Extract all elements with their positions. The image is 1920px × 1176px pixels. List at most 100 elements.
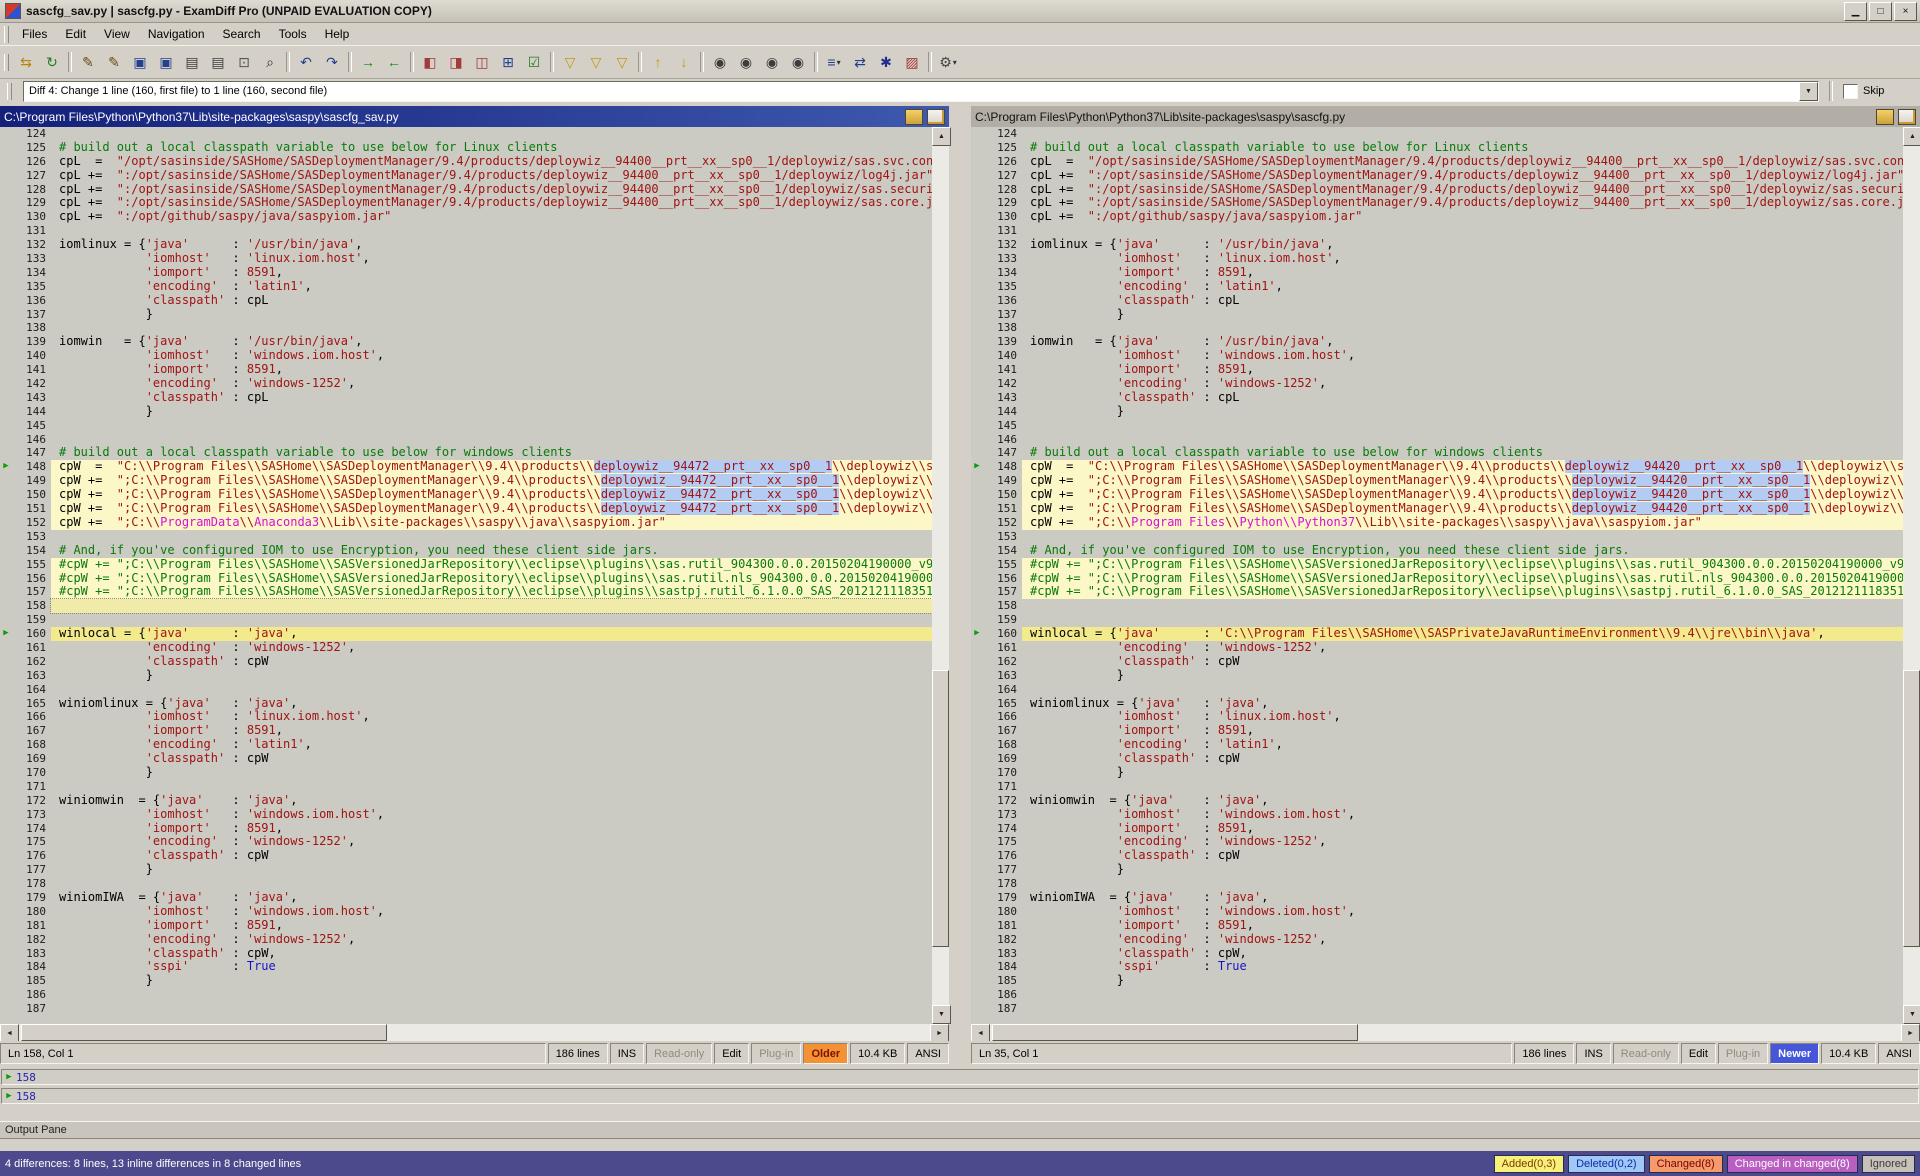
code-line[interactable]: 187 xyxy=(0,1002,932,1016)
code-line[interactable]: 177 } xyxy=(0,863,932,877)
scroll-up-icon[interactable]: ↑ xyxy=(645,51,671,74)
code-line[interactable]: 169 'classpath' : cpW xyxy=(971,752,1903,766)
menu-edit[interactable]: Edit xyxy=(56,24,95,44)
code-line[interactable]: 163 } xyxy=(971,669,1903,683)
close-button[interactable]: × xyxy=(1894,2,1917,21)
code-line[interactable]: 161 'encoding' : 'windows-1252', xyxy=(0,641,932,655)
code-line[interactable]: 173 'iomhost' : 'windows.iom.host', xyxy=(0,808,932,822)
code-line[interactable]: 129cpL += ":/opt/sasinside/SASHome/SASDe… xyxy=(0,196,932,210)
right-hscroll-thumb[interactable] xyxy=(992,1024,1358,1041)
code-line[interactable]: 164 xyxy=(0,683,932,697)
code-line[interactable]: 161 'encoding' : 'windows-1252', xyxy=(971,641,1903,655)
grid-view-icon[interactable]: ⊞ xyxy=(495,51,521,74)
code-line[interactable]: 128cpL += ":/opt/sasinside/SASHome/SASDe… xyxy=(971,183,1903,197)
code-line[interactable]: 186 xyxy=(971,988,1903,1002)
code-line[interactable]: 156#cpW += ";C:\\Program Files\\SASHome\… xyxy=(971,572,1903,586)
code-line[interactable]: 139iomwin = {'java' : '/usr/bin/java', xyxy=(971,335,1903,349)
code-line[interactable]: 159 xyxy=(0,613,932,627)
code-line[interactable]: 171 xyxy=(0,780,932,794)
code-line[interactable]: 147# build out a local classpath variabl… xyxy=(0,446,932,460)
code-line[interactable]: 184 'sspi' : True xyxy=(0,960,932,974)
code-line[interactable]: 126cpL = "/opt/sasinside/SASHome/SASDepl… xyxy=(0,155,932,169)
code-line[interactable]: 168 'encoding' : 'latin1', xyxy=(971,738,1903,752)
left-code-area[interactable]: 124125# build out a local classpath vari… xyxy=(0,127,932,1024)
code-line[interactable]: 131 xyxy=(971,224,1903,238)
code-line[interactable]: 137 } xyxy=(971,308,1903,322)
code-line[interactable]: 167 'iomport' : 8591, xyxy=(971,724,1903,738)
code-line[interactable]: 156#cpW += ";C:\\Program Files\\SASHome\… xyxy=(0,572,932,586)
menu-help[interactable]: Help xyxy=(316,24,359,44)
prev-difference-icon[interactable]: ← xyxy=(381,51,407,74)
code-line[interactable]: 179winiomIWA = {'java' : 'java', xyxy=(971,891,1903,905)
code-line[interactable]: 175 'encoding' : 'windows-1252', xyxy=(0,835,932,849)
code-line[interactable]: ▶148cpW = "C:\\Program Files\\SASHome\\S… xyxy=(0,460,932,474)
edit-second-file-icon[interactable]: ✎ xyxy=(101,51,127,74)
minimize-button[interactable]: ▁ xyxy=(1844,2,1867,21)
code-line[interactable]: 172winiomwin = {'java' : 'java', xyxy=(971,794,1903,808)
code-line[interactable]: 166 'iomhost' : 'linux.iom.host', xyxy=(971,710,1903,724)
right-vertical-scrollbar[interactable]: ▲ ▼ xyxy=(1903,127,1920,1024)
edit-file-icon[interactable] xyxy=(1898,109,1916,125)
scroll-down-icon[interactable]: ↓ xyxy=(671,51,697,74)
right-hscroll-track[interactable] xyxy=(990,1024,1901,1041)
code-line[interactable]: 136 'classpath' : cpL xyxy=(0,294,932,308)
right-pane-header[interactable]: C:\Program Files\Python\Python37\Lib\sit… xyxy=(971,106,1920,127)
code-line[interactable]: 143 'classpath' : cpL xyxy=(971,391,1903,405)
current-diff-combobox[interactable]: Diff 4: Change 1 line (160, first file) … xyxy=(23,81,1819,102)
code-line[interactable]: 151cpW += ";C:\\Program Files\\SASHome\\… xyxy=(971,502,1903,516)
left-vertical-scrollbar[interactable]: ▲ ▼ xyxy=(932,127,949,1024)
code-line[interactable]: 174 'iomport' : 8591, xyxy=(971,822,1903,836)
code-line[interactable]: 139iomwin = {'java' : '/usr/bin/java', xyxy=(0,335,932,349)
code-line[interactable]: 124 xyxy=(971,127,1903,141)
code-line[interactable]: 135 'encoding' : 'latin1', xyxy=(0,280,932,294)
redo-icon[interactable]: ↷ xyxy=(319,51,345,74)
copy-icon[interactable]: ⊡ xyxy=(231,51,257,74)
show-both-panes-icon[interactable]: ◫ xyxy=(469,51,495,74)
save-second-icon[interactable]: ▣ xyxy=(153,51,179,74)
code-line[interactable]: 183 'classpath' : cpW, xyxy=(971,947,1903,961)
find-prev-difference-icon[interactable]: ◉ xyxy=(759,51,785,74)
chevron-down-icon[interactable]: ▼ xyxy=(1799,82,1818,101)
edit-first-file-icon[interactable]: ✎ xyxy=(75,51,101,74)
statistics-icon[interactable]: ≡▾ xyxy=(821,51,847,74)
code-line[interactable]: 181 'iomport' : 8591, xyxy=(0,919,932,933)
find-next-difference-icon[interactable]: ◉ xyxy=(733,51,759,74)
code-line[interactable]: 157#cpW += ";C:\\Program Files\\SASHome\… xyxy=(0,585,932,599)
code-line[interactable]: 134 'iomport' : 8591, xyxy=(971,266,1903,280)
code-line[interactable]: 162 'classpath' : cpW xyxy=(0,655,932,669)
code-line[interactable]: 182 'encoding' : 'windows-1252', xyxy=(0,933,932,947)
code-line[interactable]: 158 xyxy=(971,599,1903,613)
left-vscroll-thumb[interactable] xyxy=(932,670,949,947)
right-code-area[interactable]: 124125# build out a local classpath vari… xyxy=(971,127,1903,1024)
code-line[interactable]: 157#cpW += ";C:\\Program Files\\SASHome\… xyxy=(971,585,1903,599)
code-line[interactable]: 128cpL += ":/opt/sasinside/SASHome/SASDe… xyxy=(0,183,932,197)
code-line[interactable]: 152cpW += ";C:\\Program Files\\Python\\P… xyxy=(971,516,1903,530)
undo-icon[interactable]: ↶ xyxy=(293,51,319,74)
code-line[interactable]: 140 'iomhost' : 'windows.iom.host', xyxy=(0,349,932,363)
print-preview-icon[interactable]: ▤ xyxy=(205,51,231,74)
skip-checkbox-group[interactable]: Skip xyxy=(1843,84,1915,99)
code-line[interactable]: 132iomlinux = {'java' : '/usr/bin/java', xyxy=(971,238,1903,252)
compare-icon[interactable]: ⇆ xyxy=(13,51,39,74)
code-line[interactable]: 187 xyxy=(971,1002,1903,1016)
code-line[interactable]: 141 'iomport' : 8591, xyxy=(971,363,1903,377)
code-line[interactable]: 151cpW += ";C:\\Program Files\\SASHome\\… xyxy=(0,502,932,516)
code-line[interactable]: 147# build out a local classpath variabl… xyxy=(971,446,1903,460)
code-line[interactable]: 174 'iomport' : 8591, xyxy=(0,822,932,836)
code-line[interactable]: 168 'encoding' : 'latin1', xyxy=(0,738,932,752)
code-line[interactable]: 135 'encoding' : 'latin1', xyxy=(971,280,1903,294)
left-horizontal-scrollbar[interactable]: ◄ ► xyxy=(0,1024,949,1041)
show-differences-only-icon[interactable]: ☑ xyxy=(521,51,547,74)
menubar-grip[interactable] xyxy=(4,26,9,43)
menu-files[interactable]: Files xyxy=(13,24,56,44)
code-line[interactable]: 124 xyxy=(0,127,932,141)
filter-lines-icon[interactable]: ▽ xyxy=(583,51,609,74)
code-line[interactable]: 137 } xyxy=(0,308,932,322)
next-difference-icon[interactable]: → xyxy=(355,51,381,74)
menu-view[interactable]: View xyxy=(95,24,139,44)
inspector-row[interactable]: ▶158 xyxy=(1,1088,1919,1104)
code-line[interactable]: 132iomlinux = {'java' : '/usr/bin/java', xyxy=(0,238,932,252)
left-hscroll-thumb[interactable] xyxy=(21,1024,387,1041)
code-line[interactable]: 185 } xyxy=(971,974,1903,988)
edit-file-icon[interactable] xyxy=(927,109,945,125)
